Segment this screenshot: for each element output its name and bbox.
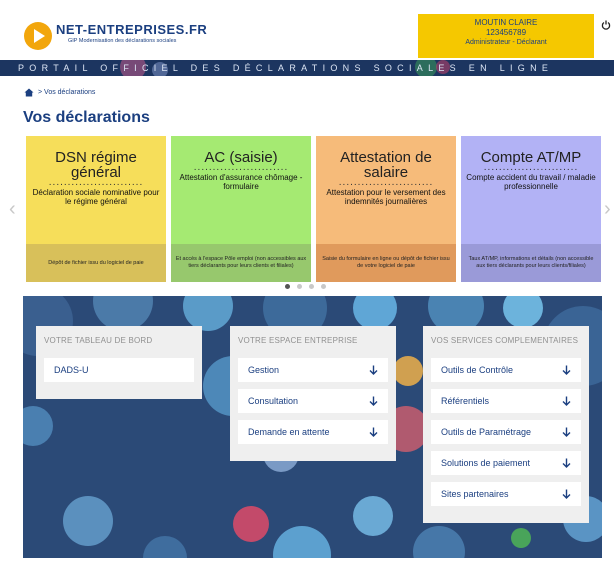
link-sites-partenaires[interactable]: Sites partenaires [431, 482, 581, 506]
page-title: Vos déclarations [23, 109, 150, 126]
portal-tagline: PORTAIL OFFICIEL DES DÉCLARATIONS SOCIAL… [18, 63, 554, 73]
card-separator: ......................... [193, 162, 289, 173]
panel-espace-entreprise: VOTRE ESPACE ENTREPRISE Gestion Consulta… [230, 326, 396, 461]
breadcrumb: > Vos déclarations [24, 88, 95, 97]
card-description: Attestation pour le versement des indemn… [326, 188, 446, 206]
link-outils-de-parametrage[interactable]: Outils de Paramétrage [431, 420, 581, 444]
link-demande-en-attente[interactable]: Demande en attente [238, 420, 388, 444]
card-ac[interactable]: AC (saisie) ......................... At… [171, 136, 311, 282]
brand-name[interactable]: NET-ENTREPRISES.FR [56, 22, 207, 37]
card-separator: ......................... [483, 162, 579, 173]
panel-item-label: Outils de Contrôle [441, 365, 514, 375]
site-header: NET-ENTREPRISES.FR GIP Modernisation des… [0, 0, 614, 58]
card-description: Compte accident du travail / maladie pro… [466, 173, 596, 191]
arrow-down-icon [369, 365, 378, 375]
carousel-prev-button[interactable]: ‹ [9, 198, 16, 221]
card-attestation-top: Attestation de salaire .................… [316, 136, 456, 244]
link-outils-de-controle[interactable]: Outils de Contrôle [431, 358, 581, 382]
pager-dot[interactable] [297, 284, 302, 289]
breadcrumb-current: > Vos déclarations [38, 89, 96, 96]
arrow-down-icon [562, 396, 571, 406]
card-compte-atmp[interactable]: Compte AT/MP ......................... C… [461, 136, 601, 282]
panel-item-label: Demande en attente [248, 427, 330, 437]
panel-item-label: Outils de Paramétrage [441, 427, 532, 437]
card-separator: ......................... [48, 177, 144, 188]
card-footer-text: Et accès à l'espace Pôle emploi (non acc… [175, 256, 307, 269]
card-footer: Saisie du formulaire en ligne ou dépôt d… [316, 244, 456, 282]
panel-title: VOTRE TABLEAU DE BORD [44, 336, 153, 345]
user-name: MOUTIN CLAIRE [474, 18, 538, 27]
panel-title: VOTRE ESPACE ENTREPRISE [238, 336, 358, 345]
pager-dot[interactable] [321, 284, 326, 289]
carousel-pager [285, 284, 326, 289]
panel-item-label: Sites partenaires [441, 489, 509, 499]
card-footer-text: Dépôt de fichier issu du logiciel de pai… [48, 259, 144, 266]
panel-services-complementaires: VOS SERVICES COMPLEMENTAIRES Outils de C… [423, 326, 589, 523]
card-attestation-salaire[interactable]: Attestation de salaire .................… [316, 136, 456, 282]
card-footer-text: Taux AT/MP, informations et détails (non… [468, 256, 594, 269]
card-title: DSN régime général [55, 149, 137, 181]
panel-item-label: DADS-U [54, 365, 89, 375]
link-consultation[interactable]: Consultation [238, 389, 388, 413]
panel-item-label: Référentiels [441, 396, 490, 406]
panel-item-label: Gestion [248, 365, 280, 375]
pager-dot[interactable] [285, 284, 290, 289]
declarations-carousel: ‹ DSN régime général ...................… [0, 134, 614, 294]
brand-subtitle: GIP Modernisation des déclarations socia… [68, 38, 177, 44]
panel-title: VOS SERVICES COMPLEMENTAIRES [431, 336, 579, 345]
card-description: Déclaration sociale nominative pour le r… [32, 188, 160, 206]
arrow-down-icon [562, 458, 571, 468]
power-icon[interactable] [601, 20, 611, 30]
card-footer: Dépôt de fichier issu du logiciel de pai… [26, 244, 166, 282]
arrow-down-icon [562, 365, 571, 375]
user-account-box[interactable]: MOUTIN CLAIRE 123456789 Administrateur -… [418, 14, 594, 58]
card-footer: Taux AT/MP, informations et détails (non… [461, 244, 601, 282]
portal-banner: PORTAIL OFFICIEL DES DÉCLARATIONS SOCIAL… [0, 60, 614, 76]
home-icon[interactable] [24, 88, 34, 97]
user-id: 123456789 [485, 28, 527, 37]
card-description: Attestation d'assurance chômage - formul… [179, 173, 303, 191]
card-ac-top: AC (saisie) ......................... At… [171, 136, 311, 244]
card-footer: Et accès à l'espace Pôle emploi (non acc… [171, 244, 311, 282]
arrow-down-icon [562, 489, 571, 499]
card-dsn-top: DSN régime général .....................… [26, 136, 166, 244]
card-dsn[interactable]: DSN régime général .....................… [26, 136, 166, 282]
play-icon [34, 29, 45, 43]
carousel-next-button[interactable]: › [604, 198, 611, 221]
card-footer-text: Saisie du formulaire en ligne ou dépôt d… [322, 256, 450, 269]
panel-item-label: Consultation [248, 396, 299, 406]
card-atmp-top: Compte AT/MP ......................... C… [461, 136, 601, 244]
arrow-down-icon [369, 427, 378, 437]
services-dashboard: VOTRE TABLEAU DE BORD DADS-U VOTRE ESPAC… [23, 296, 602, 558]
link-dads-u[interactable]: DADS-U [44, 358, 194, 382]
card-separator: ......................... [338, 177, 434, 188]
user-role: Administrateur - Déclarant [465, 39, 547, 46]
arrow-down-icon [562, 427, 571, 437]
link-solutions-de-paiement[interactable]: Solutions de paiement [431, 451, 581, 475]
panel-item-label: Solutions de paiement [441, 458, 531, 468]
arrow-down-icon [369, 396, 378, 406]
pager-dot[interactable] [309, 284, 314, 289]
card-title: Attestation de salaire [340, 149, 432, 181]
link-gestion[interactable]: Gestion [238, 358, 388, 382]
panel-tableau-de-bord: VOTRE TABLEAU DE BORD DADS-U [36, 326, 202, 399]
link-referentiels[interactable]: Référentiels [431, 389, 581, 413]
